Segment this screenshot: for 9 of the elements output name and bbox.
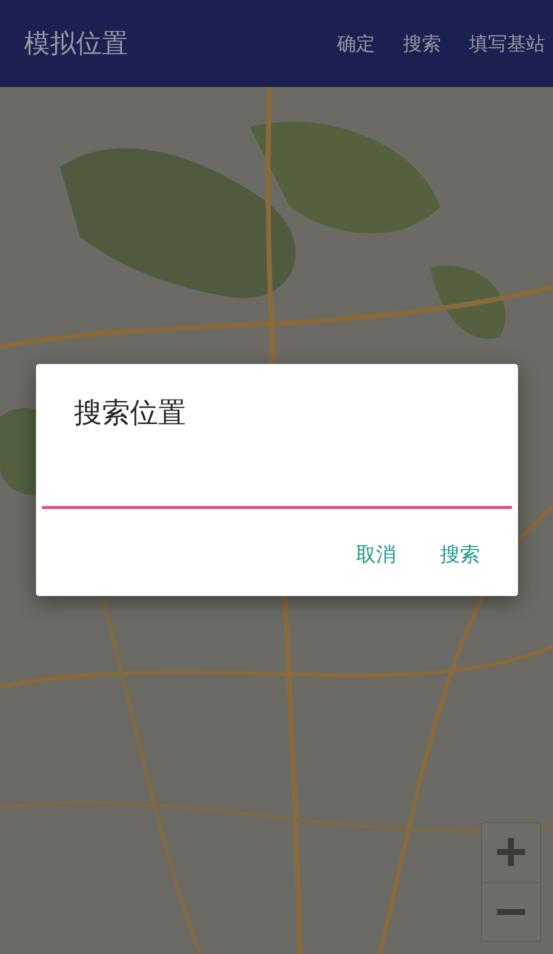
minus-icon <box>497 908 525 915</box>
plus-icon <box>497 838 525 866</box>
action-button[interactable]: 填写基站 <box>469 24 545 62</box>
dialog-title: 搜索位置 <box>74 395 187 431</box>
action-button[interactable]: 搜索 <box>403 24 441 62</box>
dialog-button[interactable]: 取消 <box>342 533 410 576</box>
dialog-button[interactable]: 搜索 <box>426 533 494 576</box>
action-button[interactable]: 确定 <box>337 24 375 62</box>
app-title: 模拟位置 <box>24 28 129 61</box>
